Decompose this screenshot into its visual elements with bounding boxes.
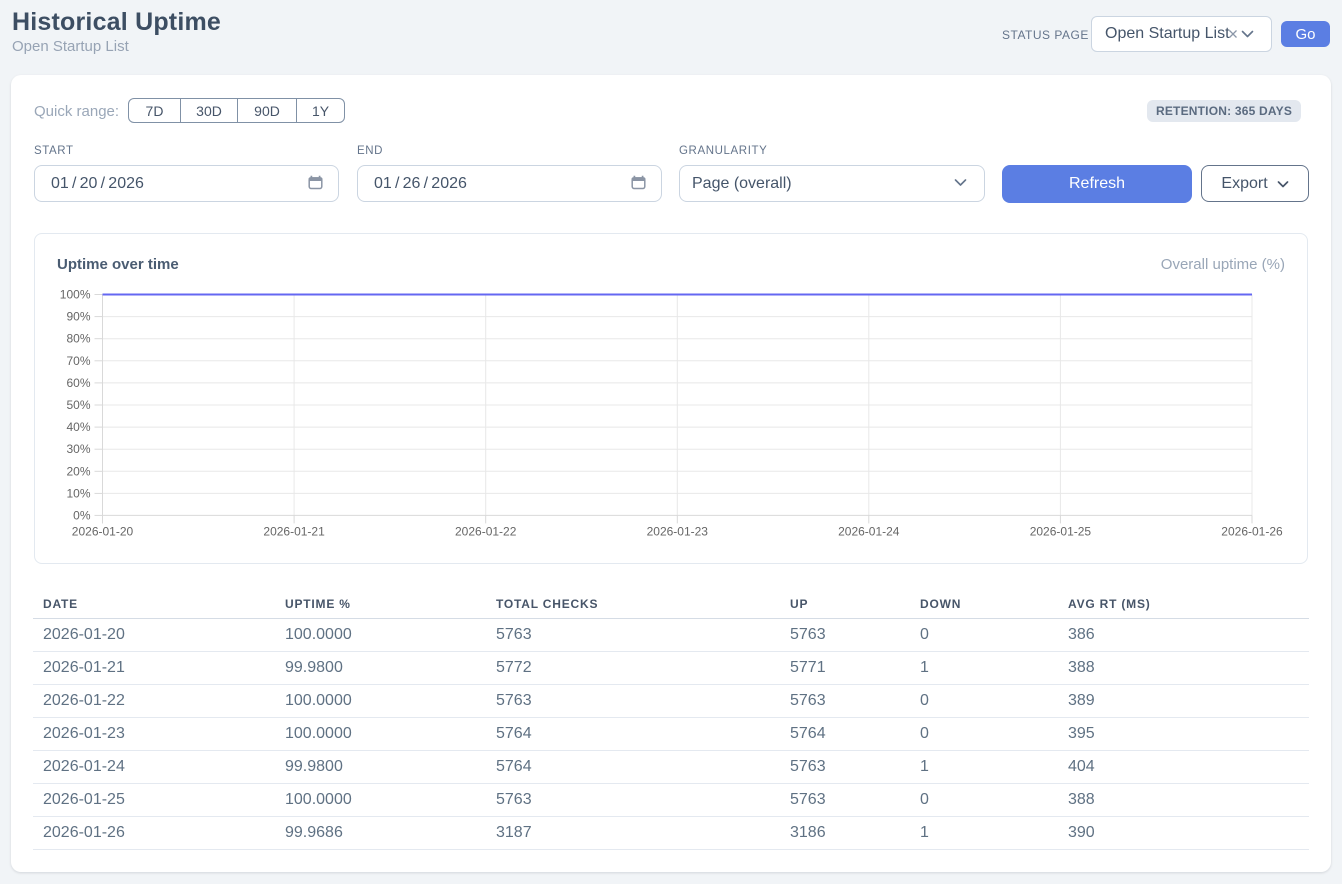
- svg-text:2026-01-24: 2026-01-24: [838, 525, 900, 539]
- svg-text:80%: 80%: [66, 332, 90, 346]
- svg-text:60%: 60%: [66, 376, 90, 390]
- svg-text:10%: 10%: [66, 486, 90, 500]
- svg-text:2026-01-20: 2026-01-20: [72, 525, 134, 539]
- svg-text:2026-01-22: 2026-01-22: [455, 525, 517, 539]
- svg-text:70%: 70%: [66, 354, 90, 368]
- svg-text:2026-01-21: 2026-01-21: [263, 525, 325, 539]
- svg-text:20%: 20%: [66, 464, 90, 478]
- svg-text:2026-01-25: 2026-01-25: [1030, 525, 1092, 539]
- svg-text:0%: 0%: [73, 508, 91, 522]
- svg-text:2026-01-23: 2026-01-23: [647, 525, 709, 539]
- svg-text:30%: 30%: [66, 442, 90, 456]
- svg-text:50%: 50%: [66, 398, 90, 412]
- svg-text:90%: 90%: [66, 310, 90, 324]
- svg-text:40%: 40%: [66, 420, 90, 434]
- svg-text:2026-01-26: 2026-01-26: [1221, 525, 1283, 539]
- svg-text:100%: 100%: [60, 288, 91, 302]
